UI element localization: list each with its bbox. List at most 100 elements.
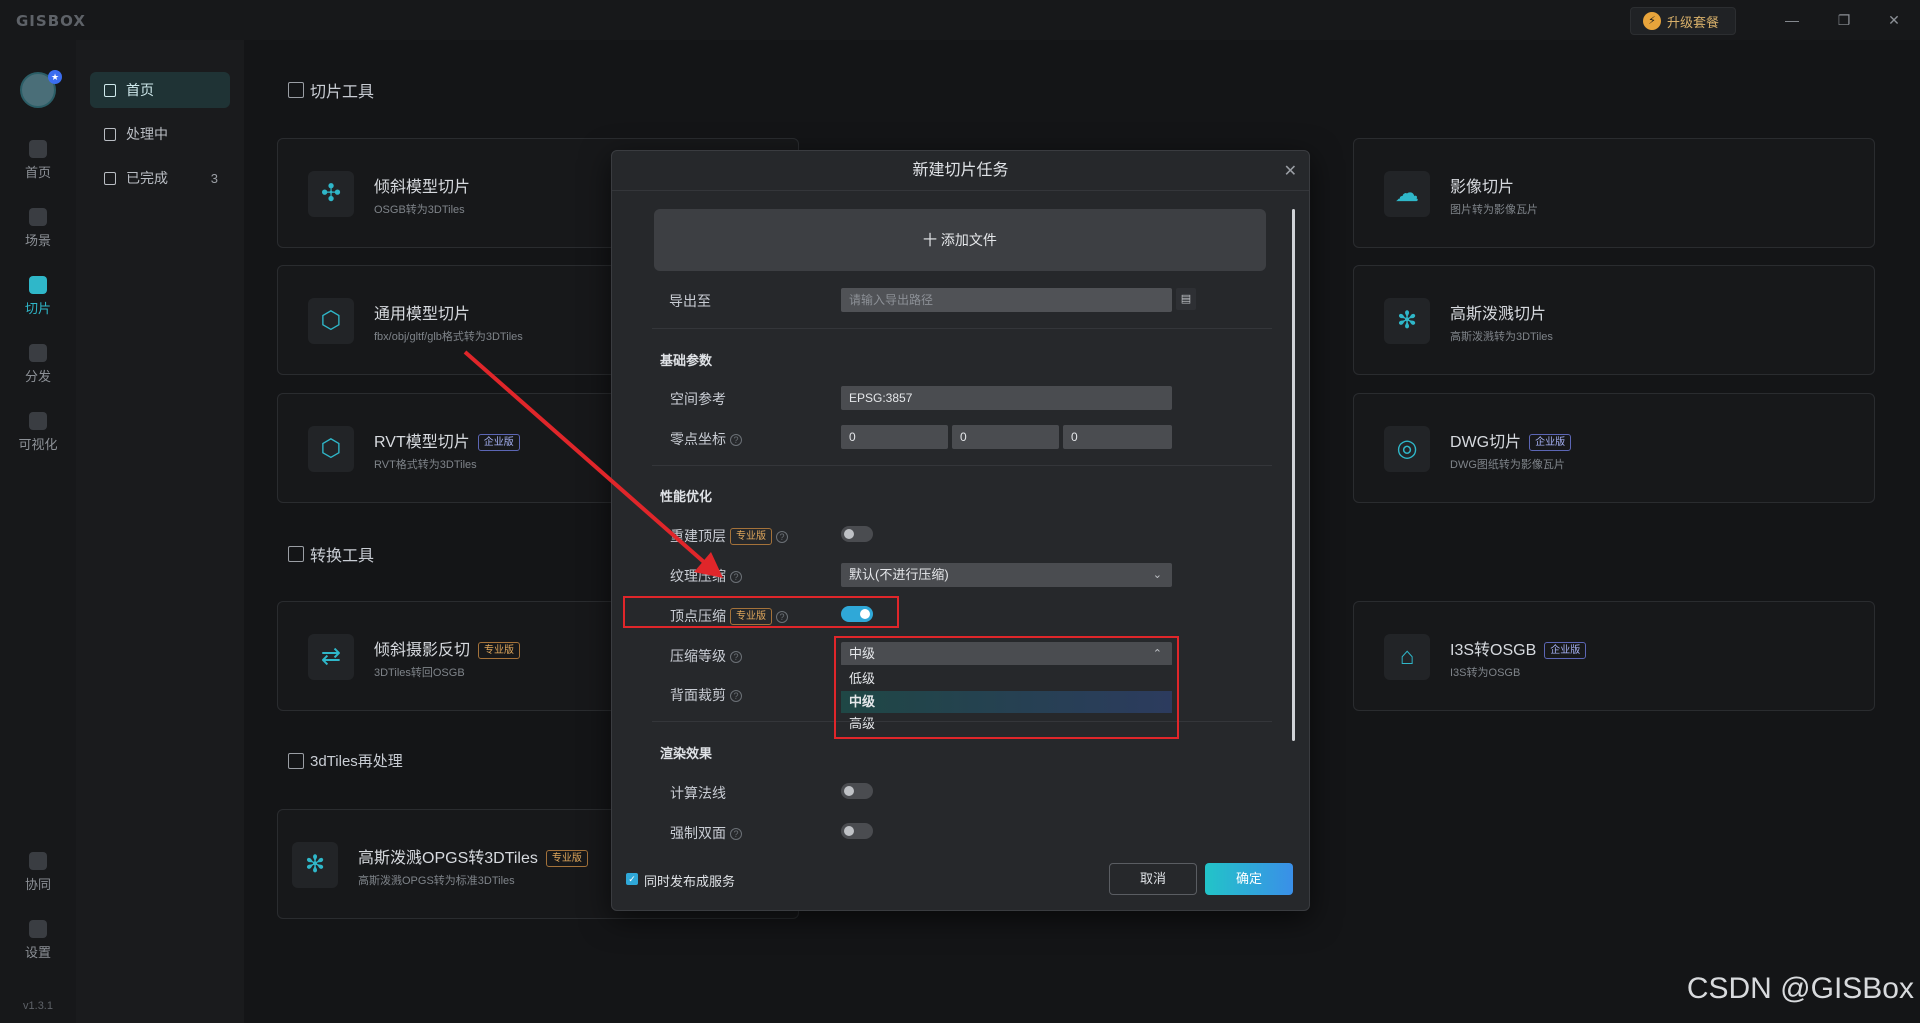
srs-input[interactable]: EPSG:3857 <box>841 386 1172 410</box>
section-label: 转换工具 <box>310 548 375 565</box>
doubleside-label: 强制双面? <box>670 823 742 843</box>
card-i3s[interactable]: ⌂ I3S转OSGB 企业版 I3S转为OSGB <box>1353 601 1875 711</box>
rebuild-toggle[interactable] <box>841 526 873 542</box>
check-file-icon <box>104 171 116 185</box>
highlight-box-vertex <box>623 596 899 628</box>
chevron-down-icon: ⌄ <box>1152 569 1162 581</box>
subnav-done[interactable]: 已完成 3 <box>90 160 230 196</box>
new-slice-task-dialog: 新建切片任务 ✕ 十 添加文件 导出至 请输入导出路径 ▤ 基础参数 空间参考 … <box>611 150 1310 911</box>
close-window-icon[interactable]: ✕ <box>1882 10 1906 30</box>
nav-settings[interactable]: 设置 <box>0 920 76 961</box>
rebuild-label-text: 重建顶层 <box>670 528 726 544</box>
card-title-text: RVT模型切片 <box>374 434 470 451</box>
nav-label: 场景 <box>24 233 51 248</box>
version-label: v1.3.1 <box>23 1000 53 1012</box>
minimize-icon[interactable]: — <box>1780 10 1804 30</box>
card-title-text: 高斯泼溅OPGS转3DTiles <box>358 850 538 867</box>
pro-badge: 专业版 <box>545 850 588 867</box>
card-title: RVT模型切片 企业版 <box>374 428 520 452</box>
help-icon[interactable]: ? <box>730 434 742 446</box>
card-gauss[interactable]: ✻ 高斯泼溅切片 高斯泼溅转为3DTiles <box>1353 265 1875 375</box>
basic-params-title: 基础参数 <box>660 353 713 368</box>
subnav-processing[interactable]: 处理中 <box>90 116 230 152</box>
nav-home[interactable]: 首页 <box>0 140 76 181</box>
toggle-knob <box>844 786 854 796</box>
dialog-title: 新建切片任务 <box>612 151 1309 191</box>
help-icon[interactable]: ? <box>730 651 742 663</box>
texture-select[interactable]: 默认(不进行压缩) ⌄ <box>841 563 1172 587</box>
cloud-play-icon: ☁ <box>1384 171 1430 217</box>
subnav-home[interactable]: 首页 <box>90 72 230 108</box>
help-icon[interactable]: ? <box>730 690 742 702</box>
origin-z-input[interactable]: 0 <box>1063 425 1172 449</box>
section-label: 3dTiles再处理 <box>310 753 403 770</box>
divider <box>652 328 1272 329</box>
sub-nav: 首页 处理中 已完成 3 <box>76 40 244 1023</box>
highlight-box-level <box>834 636 1179 739</box>
card-title-text: 倾斜摄影反切 <box>374 642 471 659</box>
publish-label: 同时发布成服务 <box>644 874 736 889</box>
enterprise-badge: 企业版 <box>477 434 520 451</box>
share-icon <box>29 344 47 362</box>
cube-outline-icon <box>288 752 304 769</box>
doubleside-toggle[interactable] <box>841 823 873 839</box>
dialog-scrollbar[interactable] <box>1292 209 1295 741</box>
drone-icon: ✣ <box>308 171 354 217</box>
nav-collab[interactable]: 协同 <box>0 852 76 893</box>
nav-slice[interactable]: 切片 <box>0 276 76 317</box>
card-title: 通用模型切片 <box>374 306 471 323</box>
card-title-text: I3S转OSGB <box>1450 642 1537 659</box>
card-image[interactable]: ☁ 影像切片 图片转为影像瓦片 <box>1353 138 1875 248</box>
section-slice-title: 切片工具 <box>288 78 374 102</box>
card-subtitle: 高斯泼溅转为3DTiles <box>1450 331 1553 343</box>
toggle-knob <box>844 826 854 836</box>
restore-icon[interactable]: ❐ <box>1832 10 1856 30</box>
close-icon[interactable]: ✕ <box>1284 161 1297 181</box>
enterprise-badge: 企业版 <box>1529 434 1572 451</box>
pro-badge: 专业版 <box>478 642 521 659</box>
file-icon <box>104 127 116 141</box>
nodes-icon: ✻ <box>1384 298 1430 344</box>
card-subtitle: fbx/obj/gltf/glb格式转为3DTiles <box>374 331 523 343</box>
subnav-label: 首页 <box>126 82 154 98</box>
level-label-text: 压缩等级 <box>670 648 726 664</box>
ok-button[interactable]: 确定 <box>1205 863 1293 895</box>
texture-label-text: 纹理压缩 <box>670 568 726 584</box>
file-icon <box>104 83 116 97</box>
card-dwg[interactable]: ◎ DWG切片 企业版 DWG图纸转为影像瓦片 <box>1353 393 1875 503</box>
origin-x-input[interactable]: 0 <box>841 425 948 449</box>
help-icon[interactable]: ? <box>730 828 742 840</box>
normal-toggle[interactable] <box>841 783 873 799</box>
card-subtitle: 图片转为影像瓦片 <box>1450 204 1538 216</box>
subnav-label: 处理中 <box>126 126 168 142</box>
card-subtitle: 高斯泼溅OPGS转为标准3DTiles <box>358 875 515 887</box>
left-nav: ★ 首页 场景 切片 分发 可视化 协同 设置 <box>0 40 76 1023</box>
folder-icon[interactable]: ▤ <box>1176 288 1196 310</box>
card-title: I3S转OSGB 企业版 <box>1450 636 1587 660</box>
cancel-button[interactable]: 取消 <box>1109 863 1197 895</box>
home-icon <box>29 140 47 158</box>
help-icon[interactable]: ? <box>776 531 788 543</box>
add-file-button[interactable]: 十 添加文件 <box>654 209 1266 271</box>
section-convert-title: 转换工具 <box>288 542 374 566</box>
card-title: 高斯泼溅切片 <box>1450 306 1547 323</box>
nav-distribute[interactable]: 分发 <box>0 344 76 385</box>
upgrade-button[interactable]: ⚡ 升级套餐 <box>1630 7 1736 35</box>
nav-visual[interactable]: 可视化 <box>0 412 76 453</box>
origin-y-input[interactable]: 0 <box>952 425 1059 449</box>
nav-label: 协同 <box>24 877 51 892</box>
box-icon: ⬡ <box>308 426 354 472</box>
convert-icon <box>288 546 304 562</box>
help-icon[interactable]: ? <box>730 571 742 583</box>
export-path-input[interactable]: 请输入导出路径 <box>841 288 1172 312</box>
app-logo: GISBOX <box>16 12 86 30</box>
card-title: DWG切片 企业版 <box>1450 428 1572 452</box>
card-subtitle: DWG图纸转为影像瓦片 <box>1450 459 1565 471</box>
nav-label: 切片 <box>24 301 51 316</box>
book-icon <box>288 82 304 98</box>
card-title: 高斯泼溅OPGS转3DTiles 专业版 <box>358 844 588 868</box>
card-subtitle: OSGB转为3DTiles <box>374 204 465 216</box>
upgrade-label: 升级套餐 <box>1667 14 1720 30</box>
publish-checkbox[interactable]: ✓ <box>626 873 638 885</box>
nav-scene[interactable]: 场景 <box>0 208 76 249</box>
